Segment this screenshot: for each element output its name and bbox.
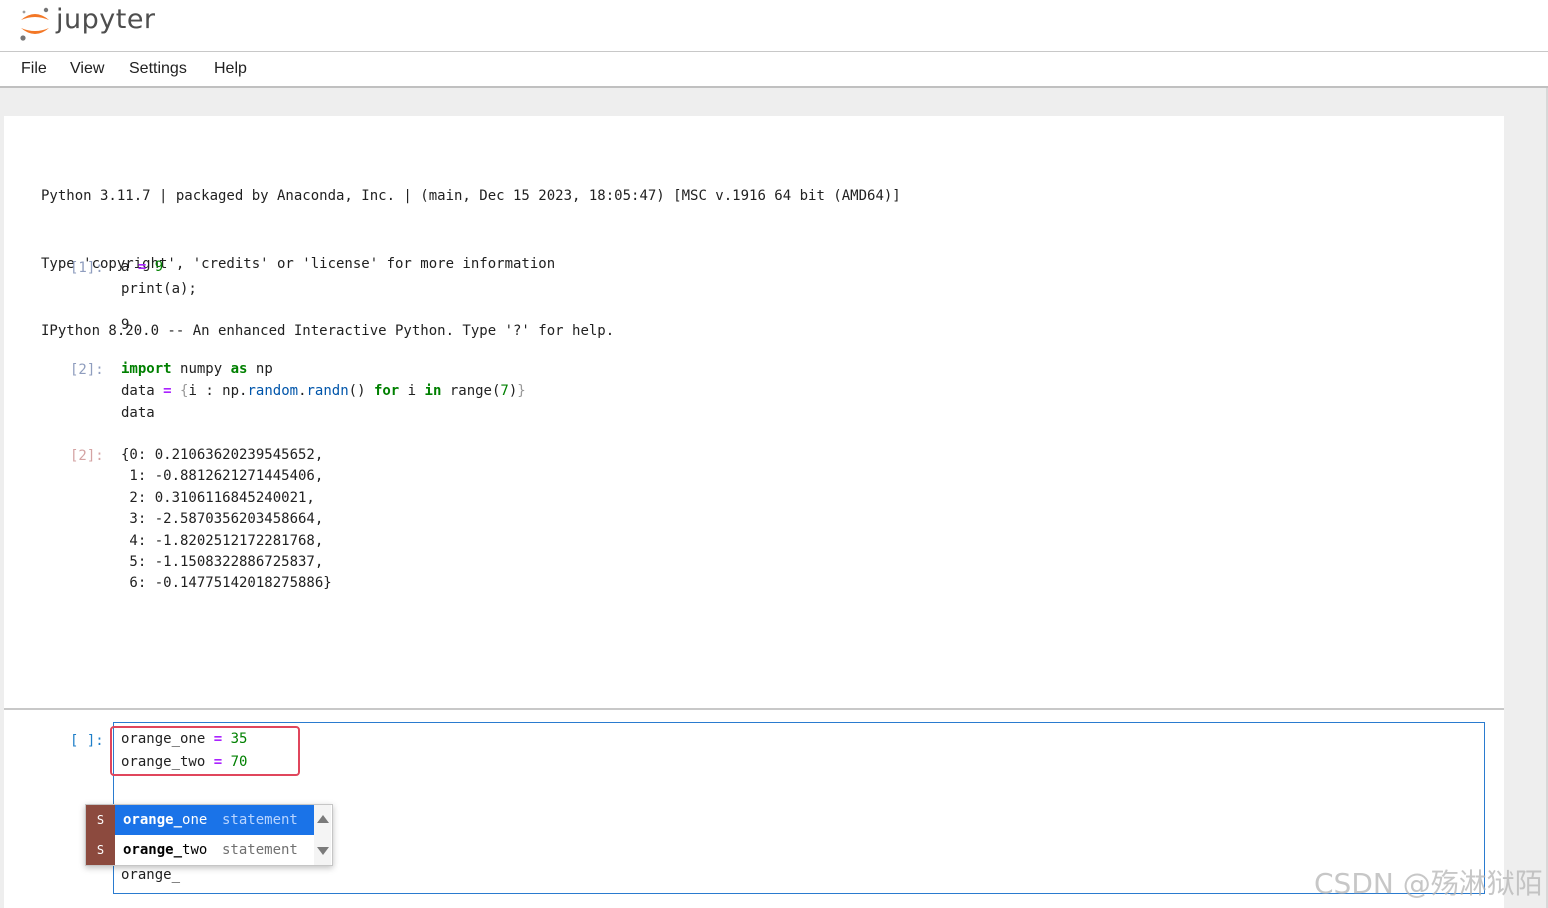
code-alias: np [255,361,273,377]
completion-label: orange_one [123,805,207,835]
code-brace: } [517,383,526,399]
output-line: 2: 0.3106116845240021, [121,489,315,506]
scroll-up-arrow-icon[interactable] [317,815,329,823]
code-number: 7 [500,383,509,399]
autocomplete-popup[interactable]: S orange_one statement S orange_two stat… [85,804,333,866]
completer-scrollbar[interactable] [314,805,331,865]
code-keyword: import [121,361,172,377]
input-prompt: [ ]: [70,733,104,749]
completion-match: orange_ [123,842,183,858]
code-number: 9 [154,259,164,275]
code-keyword: in [424,383,442,399]
cell2-out-prompt: [2]: [70,448,104,464]
cell2-output: {0: 0.21063620239545652, 1: -0.881262127… [121,445,332,595]
code-text: i [399,383,425,399]
banner-line: IPython 8.20.0 -- An enhanced Interactiv… [41,323,615,339]
jupyter-logo-icon[interactable] [18,6,52,42]
cell1-output: 9 [121,314,129,336]
output-line: {0: 0.21063620239545652, [121,447,324,463]
output-line: 6: -0.14775142018275886} [121,575,332,592]
code-attribute: random [247,383,299,399]
completion-kind: statement [222,812,298,828]
code-var: data [121,383,155,399]
completion-kind: statement [222,842,298,858]
watermark: CSDN @殇淋狱陌 [1314,867,1543,900]
menu-help[interactable]: Help [214,60,247,78]
completion-type-badge: S [86,835,115,865]
cell2-code[interactable]: import numpy as np data = {i : np.random… [121,358,526,424]
scroll-down-arrow-icon[interactable] [317,847,329,855]
code-text: () [348,383,374,399]
cell1-in-prompt: [1]: [70,260,104,276]
completion-item-orange-two[interactable]: S orange_two statement [86,835,314,865]
output-line: 5: -1.1508322886725837, [121,553,324,570]
code-text: . [298,383,307,399]
output-line: 3: -2.5870356203458664, [121,511,324,528]
menu-bar: File View Settings Help [0,52,1548,88]
code-var: a [121,259,130,275]
menu-view[interactable]: View [70,60,104,78]
code-keyword: as [230,361,248,377]
code-line: data [121,405,155,421]
annotation-highlight-box [110,726,300,776]
code-module: numpy [180,361,223,377]
menu-settings[interactable]: Settings [129,60,187,78]
output-line: 4: -1.8202512172281768, [121,532,324,549]
code-text: i : np. [188,383,248,399]
output-line: 1: -0.8812621271445406, [121,468,324,485]
code-operator: = [163,383,172,399]
completion-rest: one [182,812,208,828]
menu-file[interactable]: File [21,60,47,78]
cell2-in-prompt: [2]: [70,362,104,378]
completion-label: orange_two [123,835,207,865]
typed-text[interactable]: orange_ [121,867,180,883]
completion-item-orange-one[interactable]: S orange_one statement [86,805,314,835]
code-keyword: for [373,383,400,399]
cell1-code[interactable]: a = 9 print(a); [121,256,197,300]
logo-text: jupyter [56,4,156,35]
code-line: print(a); [121,281,197,297]
output-text: 9 [121,317,130,333]
completion-type-badge: S [86,805,115,835]
completion-match: orange_ [123,812,183,828]
code-operator: = [137,259,147,275]
top-header: jupyter [0,0,1548,52]
code-text: range( [441,383,501,399]
code-attribute: randn [306,383,349,399]
completion-rest: two [182,842,208,858]
banner-line: Python 3.11.7 | packaged by Anaconda, In… [41,188,901,204]
